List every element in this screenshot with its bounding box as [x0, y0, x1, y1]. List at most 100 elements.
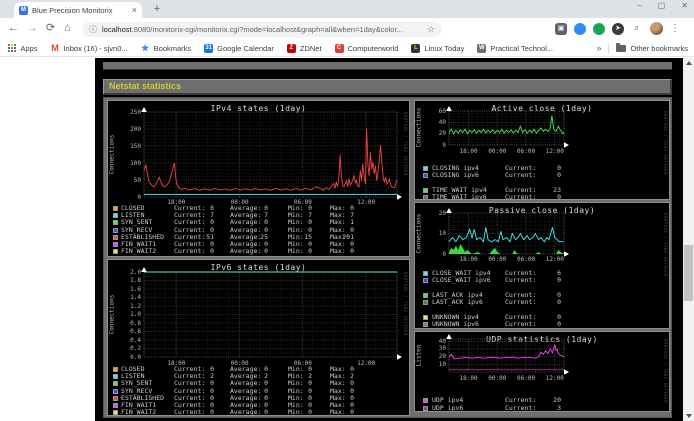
- legend-row: CLOSING ipv6Current:0: [415, 172, 669, 179]
- extension-blue-circle-icon[interactable]: [574, 23, 586, 35]
- legend-color-swatch: [113, 367, 118, 372]
- bookmark-label: Linux Today: [424, 44, 464, 53]
- bookmark-item[interactable]: WPractical Technol...: [477, 44, 553, 53]
- x-axis-arrow-icon: [564, 142, 569, 148]
- linux-today-icon: L: [411, 44, 420, 53]
- new-tab-button[interactable]: +: [150, 3, 164, 16]
- legend-color-swatch: [423, 195, 428, 200]
- bookmark-star-icon[interactable]: ☆: [427, 24, 435, 35]
- y-axis-label: Connections: [416, 108, 423, 148]
- zdnet-icon: Z: [287, 44, 296, 53]
- legend-color-swatch: [423, 188, 428, 193]
- gmail-icon: M: [50, 44, 59, 53]
- y-tick-label: 1.0: [123, 311, 141, 318]
- legend-color-swatch: [113, 206, 118, 211]
- y-tick-label: 150: [123, 143, 141, 150]
- legend-color-swatch: [113, 381, 118, 386]
- browser-menu-icon[interactable]: ⋮: [670, 23, 680, 35]
- x-tick-label: 06:00: [513, 148, 539, 155]
- reload-icon[interactable]: ⟳: [46, 22, 55, 35]
- extension-media-list-icon[interactable]: ♬: [631, 23, 643, 35]
- legend-color-swatch: [113, 410, 118, 415]
- legend-value: 0: [296, 248, 312, 255]
- forward-icon[interactable]: →: [27, 22, 38, 35]
- y-tick-label: 30: [432, 345, 446, 352]
- legend-value: 20: [531, 397, 561, 404]
- y-tick-label: 250: [123, 109, 141, 116]
- bookmark-label: Bookmarks: [154, 44, 192, 53]
- back-icon[interactable]: ←: [8, 22, 19, 35]
- legend-value: 0: [531, 194, 561, 200]
- legend-row: LAST_ACK ipv6Current:0: [415, 299, 669, 306]
- y-tick-label: 0: [123, 194, 141, 201]
- y-tick-label: 20: [432, 210, 446, 217]
- chart-panel-passive-close: Passive close (1day)Connections0102018:0…: [414, 202, 670, 329]
- legend-value: 0: [248, 409, 268, 416]
- bookmark-item[interactable]: L Linux Today: [411, 44, 464, 53]
- graphs-container: IPv4 states (1day)Connections05010015020…: [103, 97, 672, 418]
- chart-panel-ipv4-states: IPv4 states (1day)Connections05010015020…: [107, 100, 410, 257]
- x-axis-arrow-icon: [397, 354, 402, 360]
- x-tick-label: 18:00: [456, 148, 482, 155]
- bookmarks-overflow-icon[interactable]: »: [596, 43, 601, 53]
- tab-close-icon[interactable]: ×: [132, 5, 137, 15]
- folder-icon: [616, 45, 626, 52]
- star-icon: ★: [141, 44, 150, 53]
- extension-green-circle-icon[interactable]: [593, 23, 605, 35]
- y-tick-label: 10: [432, 361, 446, 368]
- page-info-icon[interactable]: ⓘ: [89, 24, 97, 35]
- x-tick-label: 00:00: [484, 256, 510, 263]
- section-title: Netstat statistics: [103, 79, 672, 95]
- y-axis-label: Listen: [416, 335, 423, 375]
- y-tick-label: 20: [432, 353, 446, 360]
- legend-label: FIN_WAIT2: [121, 248, 156, 255]
- legend-color-swatch: [423, 173, 428, 178]
- bookmark-item[interactable]: 31Google Calendar: [204, 44, 274, 53]
- apps-grid-icon: [8, 44, 16, 52]
- y-axis-label: Connections: [416, 213, 423, 253]
- window-minimize-button[interactable]: –: [637, 1, 641, 10]
- y-tick-label: 2.0: [123, 269, 141, 276]
- chart-title: IPv6 states (1day): [108, 263, 409, 272]
- address-bar[interactable]: ⓘ localhost:8080/monitorix-cgi/monitorix…: [82, 22, 442, 37]
- plot-area: [449, 111, 564, 145]
- browser-tab[interactable]: M Blue Precision Monitorix ×: [14, 2, 142, 18]
- legend-label: UDP ipv4: [432, 397, 463, 404]
- plot-area: [144, 272, 397, 357]
- scrollbar-down-icon[interactable]: [683, 410, 694, 421]
- legend-row: FIN_WAIT2Current:0Average:0Min:0Max:0: [108, 409, 409, 416]
- legend-value: 0: [338, 248, 354, 255]
- extensions-area: ▣ ➤ ♬ ⋮: [555, 22, 680, 35]
- extension-dark-pin-icon[interactable]: ➤: [612, 23, 624, 35]
- y-tick-label: 1.6: [123, 286, 141, 293]
- legend-color-swatch: [423, 315, 428, 320]
- profile-avatar[interactable]: [650, 22, 663, 35]
- legend-color-swatch: [423, 271, 428, 276]
- legend-color-swatch: [113, 249, 118, 254]
- legend-value: 0: [338, 409, 354, 416]
- other-bookmarks-button[interactable]: Other bookmarks: [616, 44, 688, 53]
- legend-value: 0: [248, 248, 268, 255]
- bookmark-item[interactable]: ZZDNet: [287, 44, 322, 53]
- chart-panel-ipv6-states: IPv6 states (1day)Connections0.00.20.40.…: [107, 259, 410, 416]
- rrdtool-watermark: RRDTOOL / TOBI OETIKER: [403, 272, 408, 336]
- page-scrollbar[interactable]: [683, 58, 694, 421]
- bookmark-item[interactable]: ★ Bookmarks: [141, 44, 192, 53]
- legend-label: TIME_WAIT ipv6: [432, 194, 487, 200]
- extension-grey-square-icon[interactable]: ▣: [555, 23, 567, 35]
- scrollbar-thumb[interactable]: [684, 245, 693, 301]
- monitorix-page-body: Netstat statistics IPv4 states (1day)Con…: [95, 58, 683, 421]
- bookmark-item[interactable]: Apps: [8, 44, 37, 53]
- bookmark-item[interactable]: CComputerworld: [335, 44, 399, 53]
- home-icon[interactable]: ⌂: [64, 22, 71, 35]
- calendar-icon: 31: [204, 44, 213, 53]
- legend-color-swatch: [423, 406, 428, 411]
- bookmark-item[interactable]: MInbox (16) - sjvn0...: [50, 44, 127, 53]
- scrollbar-up-icon[interactable]: [683, 58, 694, 69]
- window-close-button[interactable]: ✕: [681, 1, 688, 10]
- legend-color-swatch: [113, 220, 118, 225]
- window-maximize-button[interactable]: ▢: [658, 1, 666, 10]
- rrdtool-watermark: RRDTOOL / TOBI OETIKER: [663, 339, 668, 403]
- url-text[interactable]: localhost:8080/monitorix-cgi/monitorix.c…: [102, 25, 423, 34]
- legend-label: FIN_WAIT2: [121, 409, 156, 416]
